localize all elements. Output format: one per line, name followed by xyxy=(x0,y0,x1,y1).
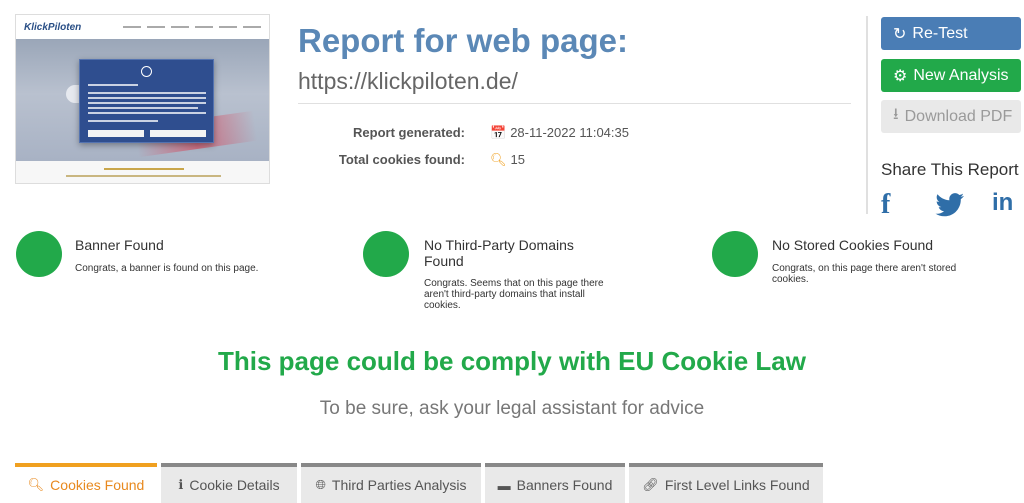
generated-date: 28-11-2022 11:04:35 xyxy=(510,125,629,140)
tab-first-level-links-found[interactable]: 🔗︎ First Level Links Found xyxy=(629,463,823,503)
page-title: Report for web page: xyxy=(298,22,629,59)
result-desc-stored-cookies: Congrats, on this page there aren't stor… xyxy=(772,263,957,285)
new-analysis-button[interactable]: ⚙ New Analysis xyxy=(881,59,1021,92)
cookies-count: 15 xyxy=(510,152,525,167)
info-icon: ℹ xyxy=(178,477,184,492)
gears-icon: ⚙ xyxy=(893,67,908,85)
refresh-icon: ↻ xyxy=(893,25,907,43)
third-party-status-icon xyxy=(363,231,409,277)
total-cookies-value: 🔍︎ 15 xyxy=(490,152,525,168)
report-tabs: 🔍︎ Cookies Found ℹ Cookie Details 🌐︎ Third … xyxy=(15,463,823,503)
page-screenshot-thumbnail: KlickPiloten xyxy=(15,14,270,184)
compliance-message: This page could be comply with EU Cookie… xyxy=(218,346,806,376)
download-icon: ⭳ xyxy=(893,106,899,123)
thumbnail-top-bar: KlickPiloten xyxy=(16,15,269,39)
search-icon: 🔍︎ xyxy=(490,152,507,167)
tab-banners-found[interactable]: ▬ Banners Found xyxy=(485,463,625,503)
banner-icon: ▬ xyxy=(497,477,511,493)
link-icon: 🔗︎ xyxy=(642,477,659,492)
report-generated-label: Report generated: xyxy=(353,125,465,140)
result-desc-banner: Congrats, a banner is found on this page… xyxy=(75,263,259,274)
thumbnail-footer xyxy=(16,161,269,183)
tab-cookie-details[interactable]: ℹ Cookie Details xyxy=(161,463,297,503)
tab-third-parties-analysis[interactable]: 🌐︎ Third Parties Analysis xyxy=(301,463,481,503)
report-url: https://klickpiloten.de/ xyxy=(298,68,518,94)
thumbnail-logo: KlickPiloten xyxy=(24,21,82,33)
facebook-share-icon[interactable]: f xyxy=(881,189,890,221)
linkedin-share-icon[interactable]: in xyxy=(992,189,1013,217)
thumbnail-nav xyxy=(123,26,261,28)
stored-cookies-status-icon xyxy=(712,231,758,277)
globe-icon: 🌐︎ xyxy=(315,477,326,492)
search-icon: 🔍︎ xyxy=(27,477,45,492)
result-title-banner: Banner Found xyxy=(75,237,164,253)
tab-cookies-found[interactable]: 🔍︎ Cookies Found xyxy=(15,463,157,503)
vertical-divider xyxy=(866,16,868,214)
calendar-icon: 📅 xyxy=(490,125,507,140)
result-title-stored-cookies: No Stored Cookies Found xyxy=(772,237,934,253)
advice-message: To be sure, ask your legal assistant for… xyxy=(319,398,705,419)
share-title: Share This Report xyxy=(881,160,1019,179)
twitter-share-icon[interactable] xyxy=(935,193,965,217)
download-pdf-button[interactable]: ⭳ Download PDF xyxy=(881,100,1021,133)
retest-button[interactable]: ↻ Re-Test xyxy=(881,17,1021,50)
report-generated-value: 📅 28-11-2022 11:04:35 xyxy=(490,125,629,141)
thumbnail-cookie-modal xyxy=(79,59,214,143)
result-title-third-party: No Third-Party Domains Found xyxy=(424,237,574,269)
header-divider xyxy=(298,103,851,104)
total-cookies-label: Total cookies found: xyxy=(338,152,465,167)
result-desc-third-party: Congrats. Seems that on this page there … xyxy=(424,278,604,311)
banner-found-status-icon xyxy=(16,231,62,277)
